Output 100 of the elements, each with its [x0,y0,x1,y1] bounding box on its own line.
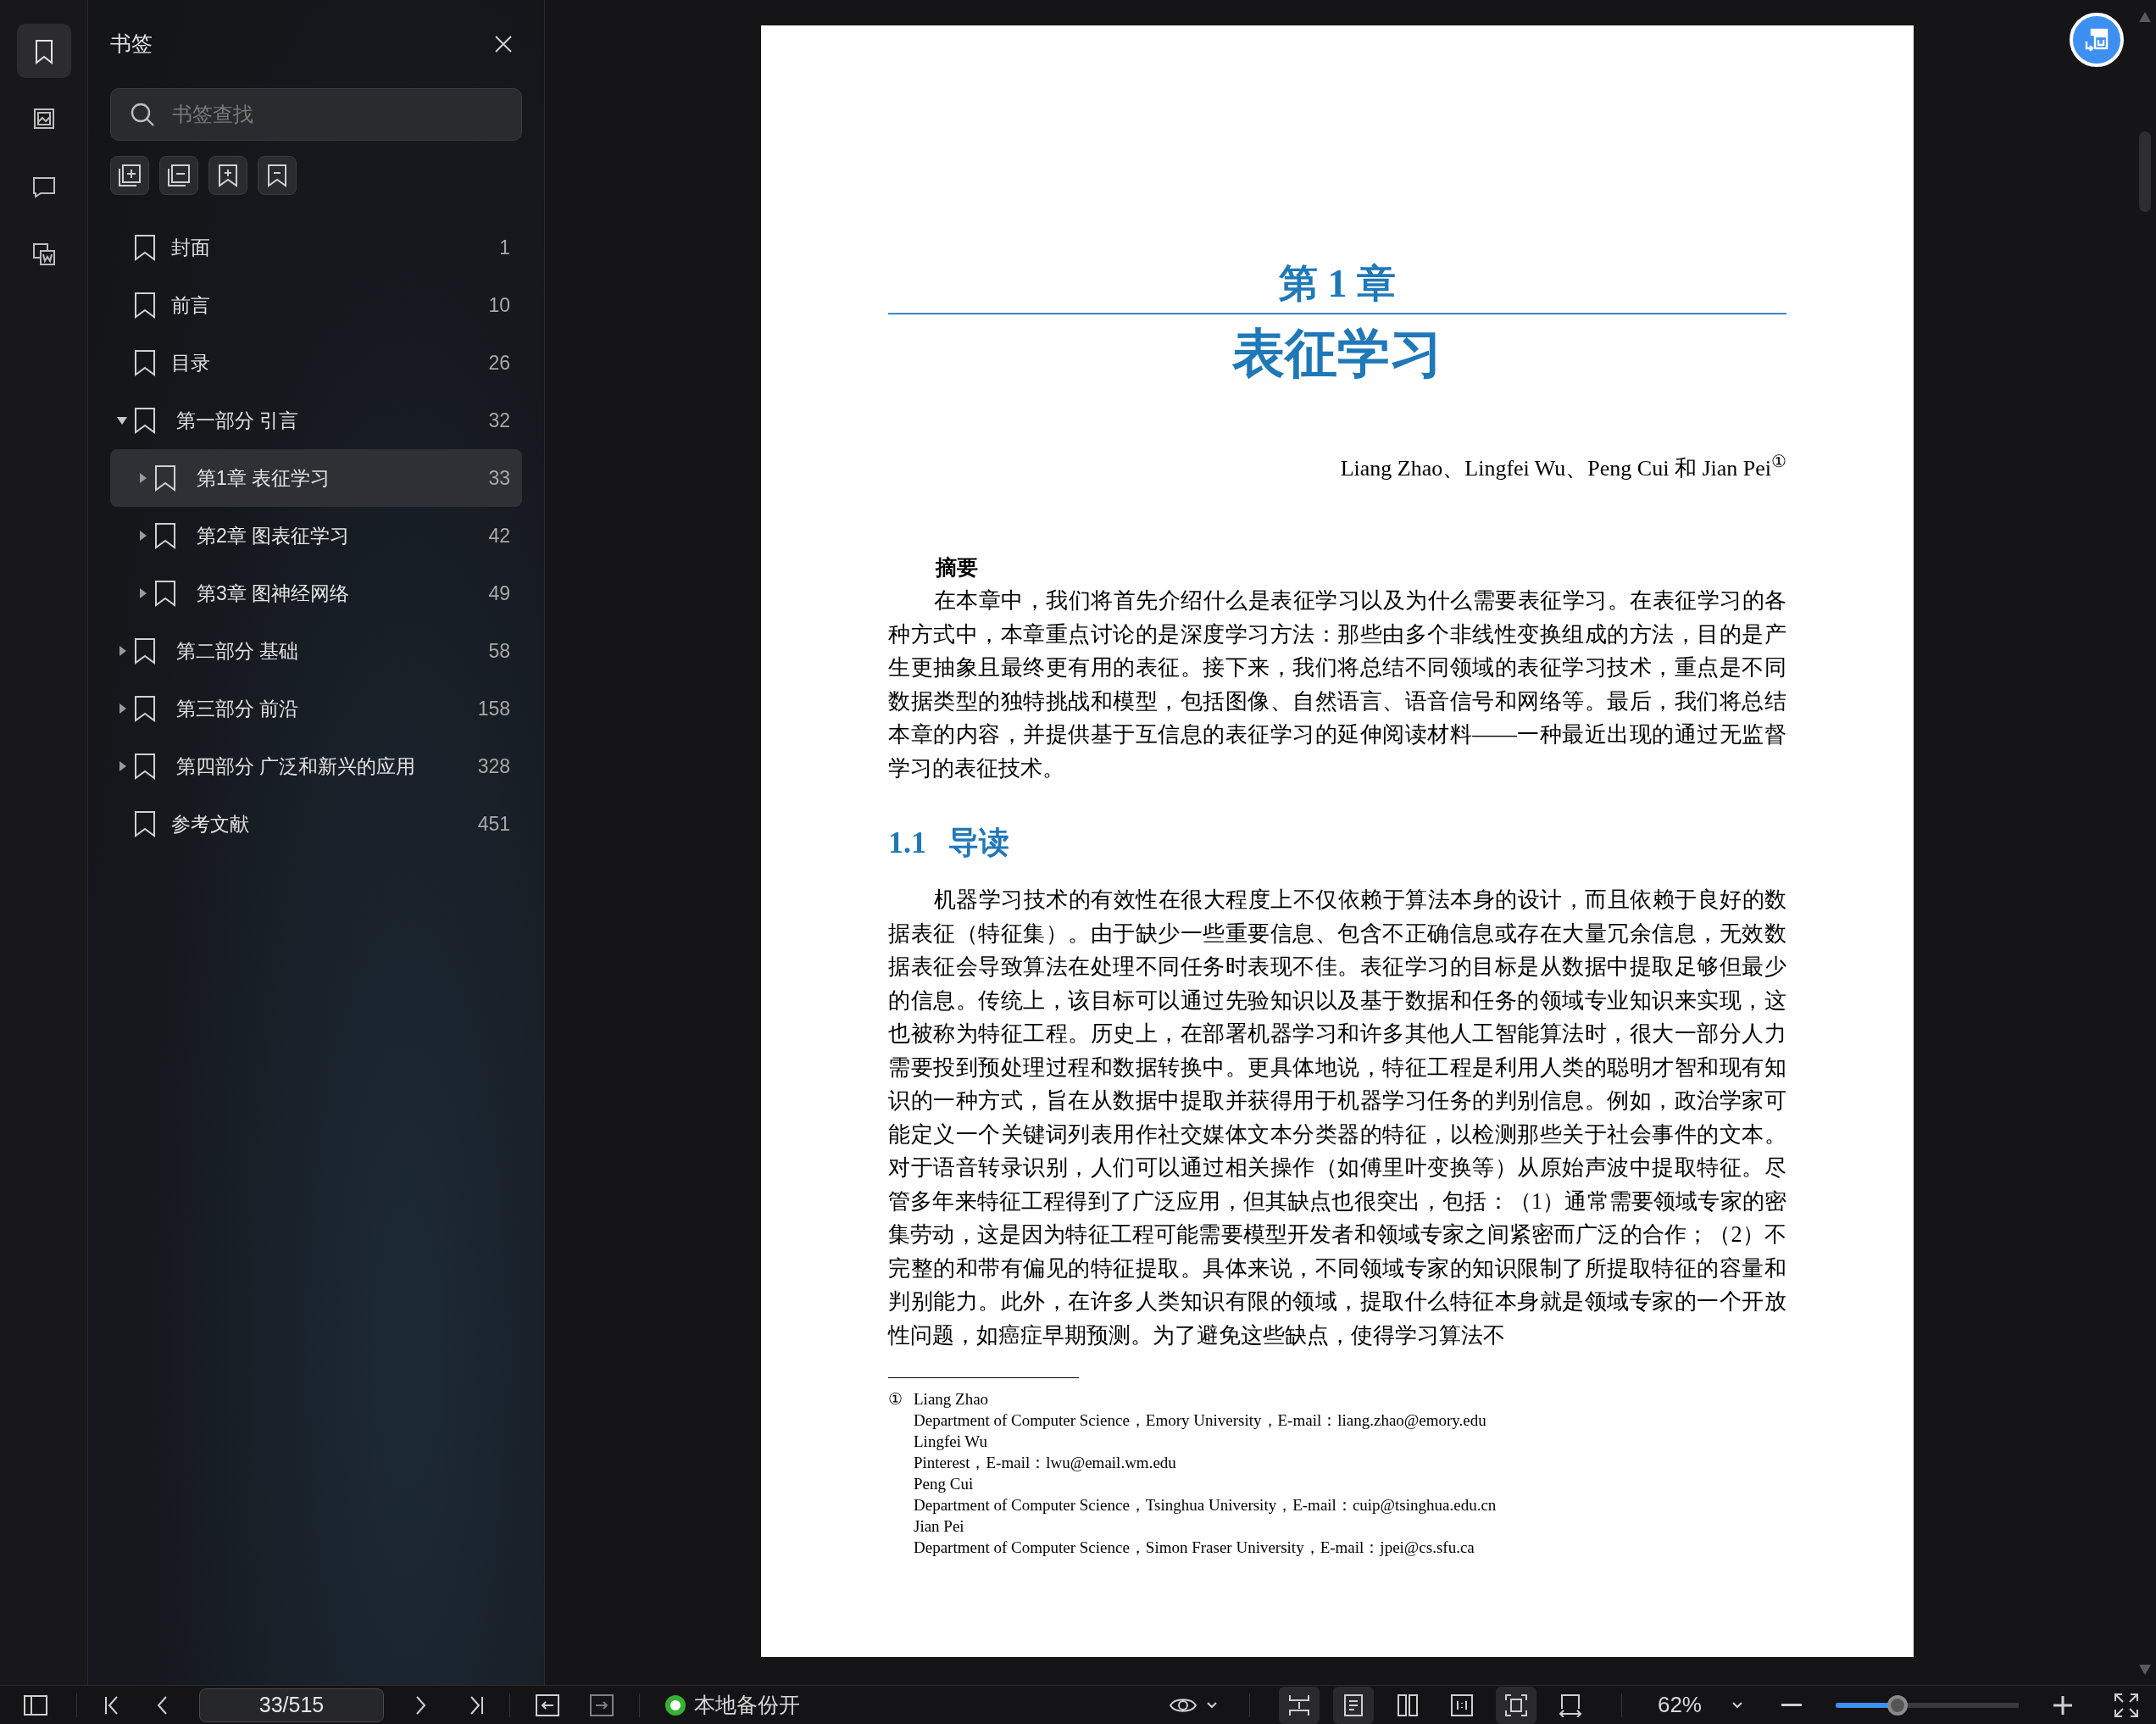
add-bookmark-button[interactable] [110,156,149,195]
search-field[interactable]: 书签查找 [110,88,522,141]
bookmark-icon [134,234,156,261]
zoom-slider-thumb[interactable] [1887,1694,1909,1716]
bookmark-label: 第四部分 广泛和新兴的应用 [176,754,417,779]
zoom-out-icon[interactable] [1781,1703,1802,1707]
continuous-scroll-icon [1286,1693,1311,1717]
bookmark-icon [134,292,156,319]
caret-icon[interactable] [1206,1701,1217,1709]
footnote-line: Department of Computer Science，Simon Fraser University，E-mail：jpei@cs.sfu.ca [914,1538,1475,1558]
page-number: 33 [488,465,510,491]
collapse-bookmarks-button[interactable] [258,156,297,195]
caret-icon[interactable] [1732,1701,1742,1709]
back-icon[interactable] [536,1693,559,1716]
zoom-percentage[interactable]: 62% [1657,1688,1702,1721]
plus-stack-icon [117,163,142,188]
bookmark-item[interactable]: 第四部分 广泛和新兴的应用 328 [110,737,522,795]
collapsed-arrow-icon[interactable] [137,531,147,541]
page-number: 32 [488,408,510,433]
footnote-marker: ① [888,1389,903,1410]
bookmark-label: 第三部分 前沿 [176,696,300,721]
page-number-field[interactable]: 33/515 [199,1688,384,1722]
footnote-line: Department of Computer Science，Emory University，E-mail：liang.zhao@emory.edu [914,1410,1487,1431]
abstract-paragraph: 在本章中，我们将首先介绍什么是表征学习以及为什么需要表征学习。在表征学习的各种方式中，本章重点讨论的是深度学习方法：那些由多个非线性变换组成的方法，目的是产生更抽象且最终更有用的表征。接下来，我们将总结不同领域的表征学习技术，重点是不同数据类型的独特挑战和模型，包括图像、自然语言、语音信号和网络等。最后，我们将总结本章的内容，并提供基于互信息的表征学习的延伸阅读材料——一种最近出现的通过无监督学习的表征技术。 [888,587,1786,782]
bookmark-item[interactable]: 第三部分 前沿 158 [110,680,522,737]
bookmark-label: 封面 [171,235,211,260]
footnote-line: Peng Cui [914,1474,975,1494]
bookmark-icon [134,695,156,722]
close-icon[interactable] [493,34,514,54]
search-icon [129,101,156,128]
bookmark-label: 第3章 图神经网络 [197,581,351,606]
expanded-arrow-icon[interactable] [117,415,127,425]
collapsed-arrow-icon[interactable] [117,761,127,771]
last-page-icon[interactable] [469,1694,484,1716]
collapsed-arrow-icon[interactable] [137,473,147,483]
collapsed-arrow-icon[interactable] [117,704,127,714]
bookmark-item[interactable]: 第1章 表征学习 33 [110,449,522,507]
bookmark-item[interactable]: 第2章 图表征学习 42 [110,507,522,564]
bookmark-item[interactable]: 封面 1 [110,219,522,276]
view-mode-button[interactable] [1332,1686,1374,1724]
section-title: 导读 [948,825,1009,861]
bookmark-item[interactable]: 参考文献 451 [110,795,522,853]
page-number: 26 [488,350,510,375]
collapsed-arrow-icon[interactable] [137,588,147,598]
sidebar-toggle-icon[interactable] [24,1694,47,1716]
bookmark-label: 参考文献 [171,811,250,837]
page-number: 1 [499,235,510,260]
zoom-in-icon[interactable] [2053,1694,2073,1716]
next-page-icon[interactable] [416,1694,426,1716]
page-number: 58 [488,638,510,664]
abstract-heading: 摘要 [936,555,979,581]
collapsed-arrow-icon[interactable] [117,646,127,656]
bookmark-icon [134,637,156,665]
two-page-icon [1395,1693,1420,1717]
bookmark-label: 第一部分 引言 [176,408,300,433]
bookmark-icon [134,753,156,780]
scroll-up-arrow-icon[interactable] [2139,12,2151,22]
bookmark-item[interactable]: 第3章 图神经网络 49 [110,564,522,622]
scroll-down-arrow-icon[interactable] [2139,1665,2151,1675]
expand-bookmarks-button[interactable] [208,156,247,195]
backup-status[interactable]: 本地备份开 [694,1688,800,1721]
fit-width-icon [1558,1693,1582,1717]
view-mode-button[interactable] [1278,1686,1320,1724]
bookmark-item[interactable]: 第一部分 引言 32 [110,392,522,449]
page-number: 328 [477,754,510,779]
page-number: 49 [488,581,510,606]
bookmark-label: 第二部分 基础 [176,638,300,664]
sidebar-title: 书签 [110,31,153,58]
actual-size-icon [1449,1693,1474,1717]
bookmark-icon [134,407,156,434]
bookmark-item[interactable]: 第二部分 基础 58 [110,622,522,680]
bookmark-item[interactable]: 前言 10 [110,276,522,334]
bookmark-icon [134,349,156,376]
fit-page-icon [1503,1693,1528,1717]
sidebar-tab[interactable] [16,24,71,78]
page-number: 10 [488,292,510,318]
fullscreen-icon[interactable] [2114,1692,2139,1718]
footnote-line: Lingfei Wu [914,1432,988,1452]
forward-icon[interactable] [590,1693,614,1716]
bookmark-item[interactable]: 目录 26 [110,334,522,392]
bookmark-label: 第2章 图表征学习 [197,523,351,548]
scrollbar[interactable] [2139,131,2151,212]
bookmark-icon [134,810,156,837]
bookmark-label: 前言 [171,292,211,318]
page-number: 451 [477,811,510,837]
view-mode-button[interactable] [1495,1686,1536,1724]
convert-document-icon [2083,26,2110,53]
previous-page-icon[interactable] [157,1694,167,1716]
footnote-line: Department of Computer Science，Tsinghua University，E-mail：cuip@tsinghua.edu.cn [914,1495,1497,1515]
floating-action-button[interactable] [2070,13,2124,67]
bookmark-label: 第1章 表征学习 [197,465,331,491]
body-paragraph: 机器学习技术的有效性在很大程度上不仅依赖于算法本身的设计，而且依赖于良好的数据表征（特征集）。由于缺少一些重要信息、包含不正确信息或存在大量冗余信息，无效数据表征会导致算法在处理不同任务时表现不佳。表征学习的目标是从数据中提取足够但最少的信息。传统上，该目标可以通过先验知识以及基于数据和任务的领域专业知识来实现，这也被称为特征工程。历史上，在部署机器学习和许多其他人工智能算法时，很大一部分人力需要投到预处理过程和数据转换中。更具体地说，特征工程是利用人类的聪明才智和现有知识的一种方式，旨在从数据中提取并获得用于机器学习任务的判别信息。例如，政治学家可能定义一个关键词列表用作社交媒体文本分类器的特征，以检测那些关于社会事件的文本。对于语音转录识别，人们可以通过相关操作（如傅里叶变换等）从原始声波中提取特征。尽管多年来特征工程得到了广泛应用，但其缺点也很突出，包括：（1）通常需要领域专家的密集劳动，这是因为特征工程可能需要模型开发者和领域专家之间紧密而广泛的合作；（2）不完整的和带有偏见的特征提取。具体来说，不同领域专家的知识限制了所提取特征的容量和判别能力。此外，在许多人类知识有限的领域，提取什么特征本身就是领域专家的一个开放性问题，如癌症早期预测。为了避免这些缺点，使得学习算法不 [888,887,1786,1349]
chapter-number: 第 1 章 [1278,261,1397,307]
footnote-line: Liang Zhao [914,1389,990,1410]
first-page-icon[interactable] [104,1694,119,1716]
minus-stack-icon [166,163,192,188]
remove-bookmark-button[interactable] [159,156,198,195]
chapter-title: 表征学习 [1231,324,1443,384]
bookmark-icon [154,580,176,607]
bookmark-label: 目录 [171,350,211,375]
